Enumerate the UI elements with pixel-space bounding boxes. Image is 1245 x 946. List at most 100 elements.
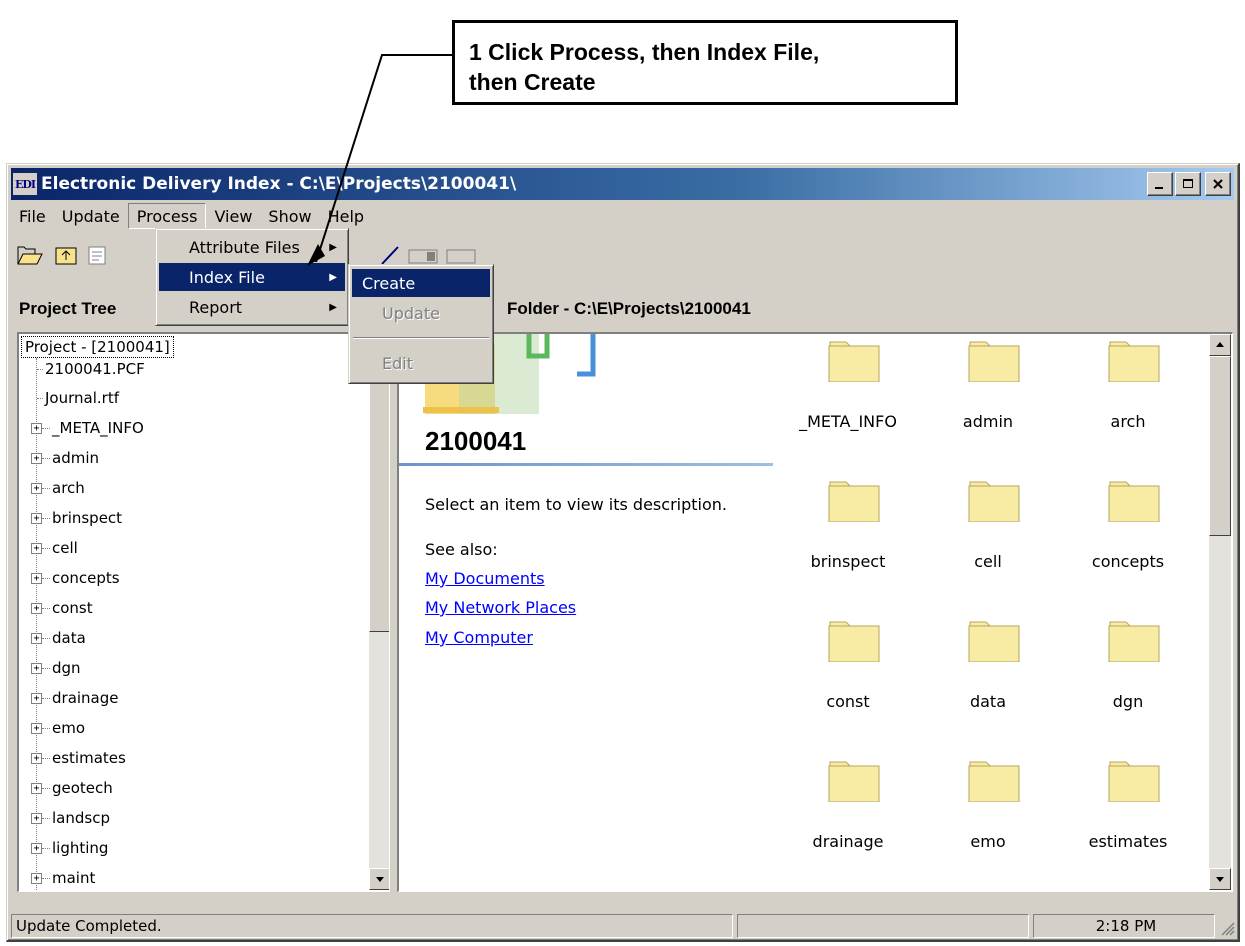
menu-attribute-files[interactable]: Attribute Files ▶	[159, 233, 345, 261]
folder-label: emo	[970, 832, 1006, 851]
expand-plus-icon[interactable]: +	[31, 452, 42, 464]
tree-folder-label: brinspect	[52, 509, 123, 527]
tree-folder-item[interactable]: + data	[19, 623, 86, 653]
properties-icon[interactable]	[83, 240, 113, 270]
folder-label: _META_INFO	[799, 412, 897, 431]
folder-icon	[828, 761, 880, 802]
folder-label: cell	[974, 552, 1002, 571]
menu-show[interactable]: Show	[260, 203, 319, 229]
link-my-computer[interactable]: My Computer	[425, 628, 533, 647]
folder-item[interactable]: concepts	[1063, 480, 1193, 600]
tree-folder-item[interactable]: + drainage	[19, 683, 119, 713]
link-my-documents[interactable]: My Documents	[425, 569, 545, 588]
folder-icon	[1108, 621, 1160, 662]
menu-update[interactable]: Update	[54, 203, 128, 229]
expand-plus-icon[interactable]: +	[31, 842, 42, 854]
expand-plus-icon[interactable]: +	[31, 752, 42, 764]
tree-folder-item[interactable]: + maint	[19, 863, 95, 891]
tree-folder-item[interactable]: + emo	[19, 713, 85, 743]
link-my-network-places[interactable]: My Network Places	[425, 598, 576, 617]
menu-item-label: Attribute Files	[189, 237, 300, 257]
see-also-label: See also:	[425, 540, 498, 559]
expand-plus-icon[interactable]: +	[31, 602, 42, 614]
status-time: 2:18 PM	[1033, 914, 1215, 938]
menu-view[interactable]: View	[206, 203, 260, 229]
tree-folder-label: _META_INFO	[52, 419, 144, 437]
tree-folder-item[interactable]: + landscp	[19, 803, 110, 833]
menu-report[interactable]: Report ▶	[159, 293, 345, 321]
open-folder-icon[interactable]	[15, 240, 45, 270]
tree-item[interactable]: Journal.rtf	[19, 383, 119, 413]
menu-item-label: Report	[189, 297, 243, 317]
folder-item[interactable]: data	[923, 620, 1053, 740]
folder-item[interactable]: const	[783, 620, 913, 740]
window-title: Electronic Delivery Index - C:\E\Project…	[41, 174, 517, 194]
folder-icon	[828, 481, 880, 522]
folder-item[interactable]: drainage	[783, 760, 913, 880]
tree-folder-item[interactable]: + cell	[19, 533, 78, 563]
close-icon[interactable]	[1205, 172, 1231, 196]
expand-plus-icon[interactable]: +	[31, 542, 42, 554]
minimize-icon[interactable]	[1147, 172, 1173, 196]
menu-edit-disabled: Edit	[382, 353, 413, 373]
expand-plus-icon[interactable]: +	[31, 812, 42, 824]
tree-folder-item[interactable]: + const	[19, 593, 93, 623]
folder-item[interactable]: emo	[923, 760, 1053, 880]
folder-item[interactable]: brinspect	[783, 480, 913, 600]
submenu-arrow-icon: ▶	[329, 271, 337, 283]
content-scroll-thumb[interactable]	[1209, 356, 1231, 536]
expand-plus-icon[interactable]: +	[31, 512, 42, 524]
folder-item[interactable]: dgn	[1063, 620, 1193, 740]
tree-folder-label: dgn	[52, 659, 81, 677]
status-panel-empty	[737, 914, 1029, 938]
expand-plus-icon[interactable]: +	[31, 632, 42, 644]
folder-path-header: Folder - C:\E\Projects\2100041	[507, 299, 751, 318]
tree-folder-item[interactable]: + geotech	[19, 773, 113, 803]
expand-plus-icon[interactable]: +	[31, 572, 42, 584]
tree-folder-item[interactable]: + _META_INFO	[19, 413, 144, 443]
title-bar[interactable]: EDI Electronic Delivery Index - C:\E\Pro…	[11, 168, 1234, 200]
instruction-callout: 1 Click Process, then Index File, then C…	[452, 20, 958, 105]
menu-index-file[interactable]: Index File ▶	[159, 263, 345, 291]
folder-item[interactable]: cell	[923, 480, 1053, 600]
content-pane: 2100041 Select an item to view its descr…	[397, 332, 1233, 892]
menu-create[interactable]: Create	[352, 269, 490, 297]
maximize-icon[interactable]	[1175, 172, 1201, 196]
content-scrollbar[interactable]	[1209, 334, 1231, 890]
tree-folder-item[interactable]: + concepts	[19, 563, 120, 593]
folder-item[interactable]: arch	[1063, 340, 1193, 460]
tree-item[interactable]: 2100041.PCF	[19, 354, 145, 384]
expand-plus-icon[interactable]: +	[31, 692, 42, 704]
expand-plus-icon[interactable]: +	[31, 422, 42, 434]
expand-plus-icon[interactable]: +	[31, 662, 42, 674]
tree-scrollbar[interactable]	[369, 334, 389, 890]
tree-folder-item[interactable]: + admin	[19, 443, 99, 473]
folder-icon	[828, 341, 880, 382]
expand-plus-icon[interactable]: +	[31, 872, 42, 884]
menu-help[interactable]: Help	[320, 203, 372, 229]
expand-plus-icon[interactable]: +	[31, 782, 42, 794]
folder-item[interactable]: _META_INFO	[783, 340, 913, 460]
folder-item[interactable]: estimates	[1063, 760, 1193, 880]
submenu-arrow-icon: ▶	[329, 241, 337, 253]
menu-file[interactable]: File	[11, 203, 54, 229]
folder-item[interactable]: admin	[923, 340, 1053, 460]
tree-folder-label: cell	[52, 539, 78, 557]
index-file-submenu: Create Update Edit	[348, 264, 494, 384]
expand-plus-icon[interactable]: +	[31, 482, 42, 494]
tree-folder-item[interactable]: + brinspect	[19, 503, 122, 533]
scroll-down-icon[interactable]	[1209, 868, 1231, 890]
tree-folder-item[interactable]: + dgn	[19, 653, 81, 683]
scroll-down-icon[interactable]	[369, 868, 389, 890]
menu-process[interactable]: Process	[127, 203, 207, 229]
up-folder-icon[interactable]	[51, 240, 81, 270]
tree-folder-label: geotech	[52, 779, 113, 797]
tree-folder-item[interactable]: + arch	[19, 473, 85, 503]
tree-folder-item[interactable]: + estimates	[19, 743, 126, 773]
tree-folder-item[interactable]: + lighting	[19, 833, 108, 863]
resize-grip-icon[interactable]	[1219, 920, 1235, 936]
folder-icon	[968, 481, 1020, 522]
expand-plus-icon[interactable]: +	[31, 722, 42, 734]
scroll-up-icon[interactable]	[1209, 334, 1231, 356]
folder-label: dgn	[1112, 692, 1144, 711]
